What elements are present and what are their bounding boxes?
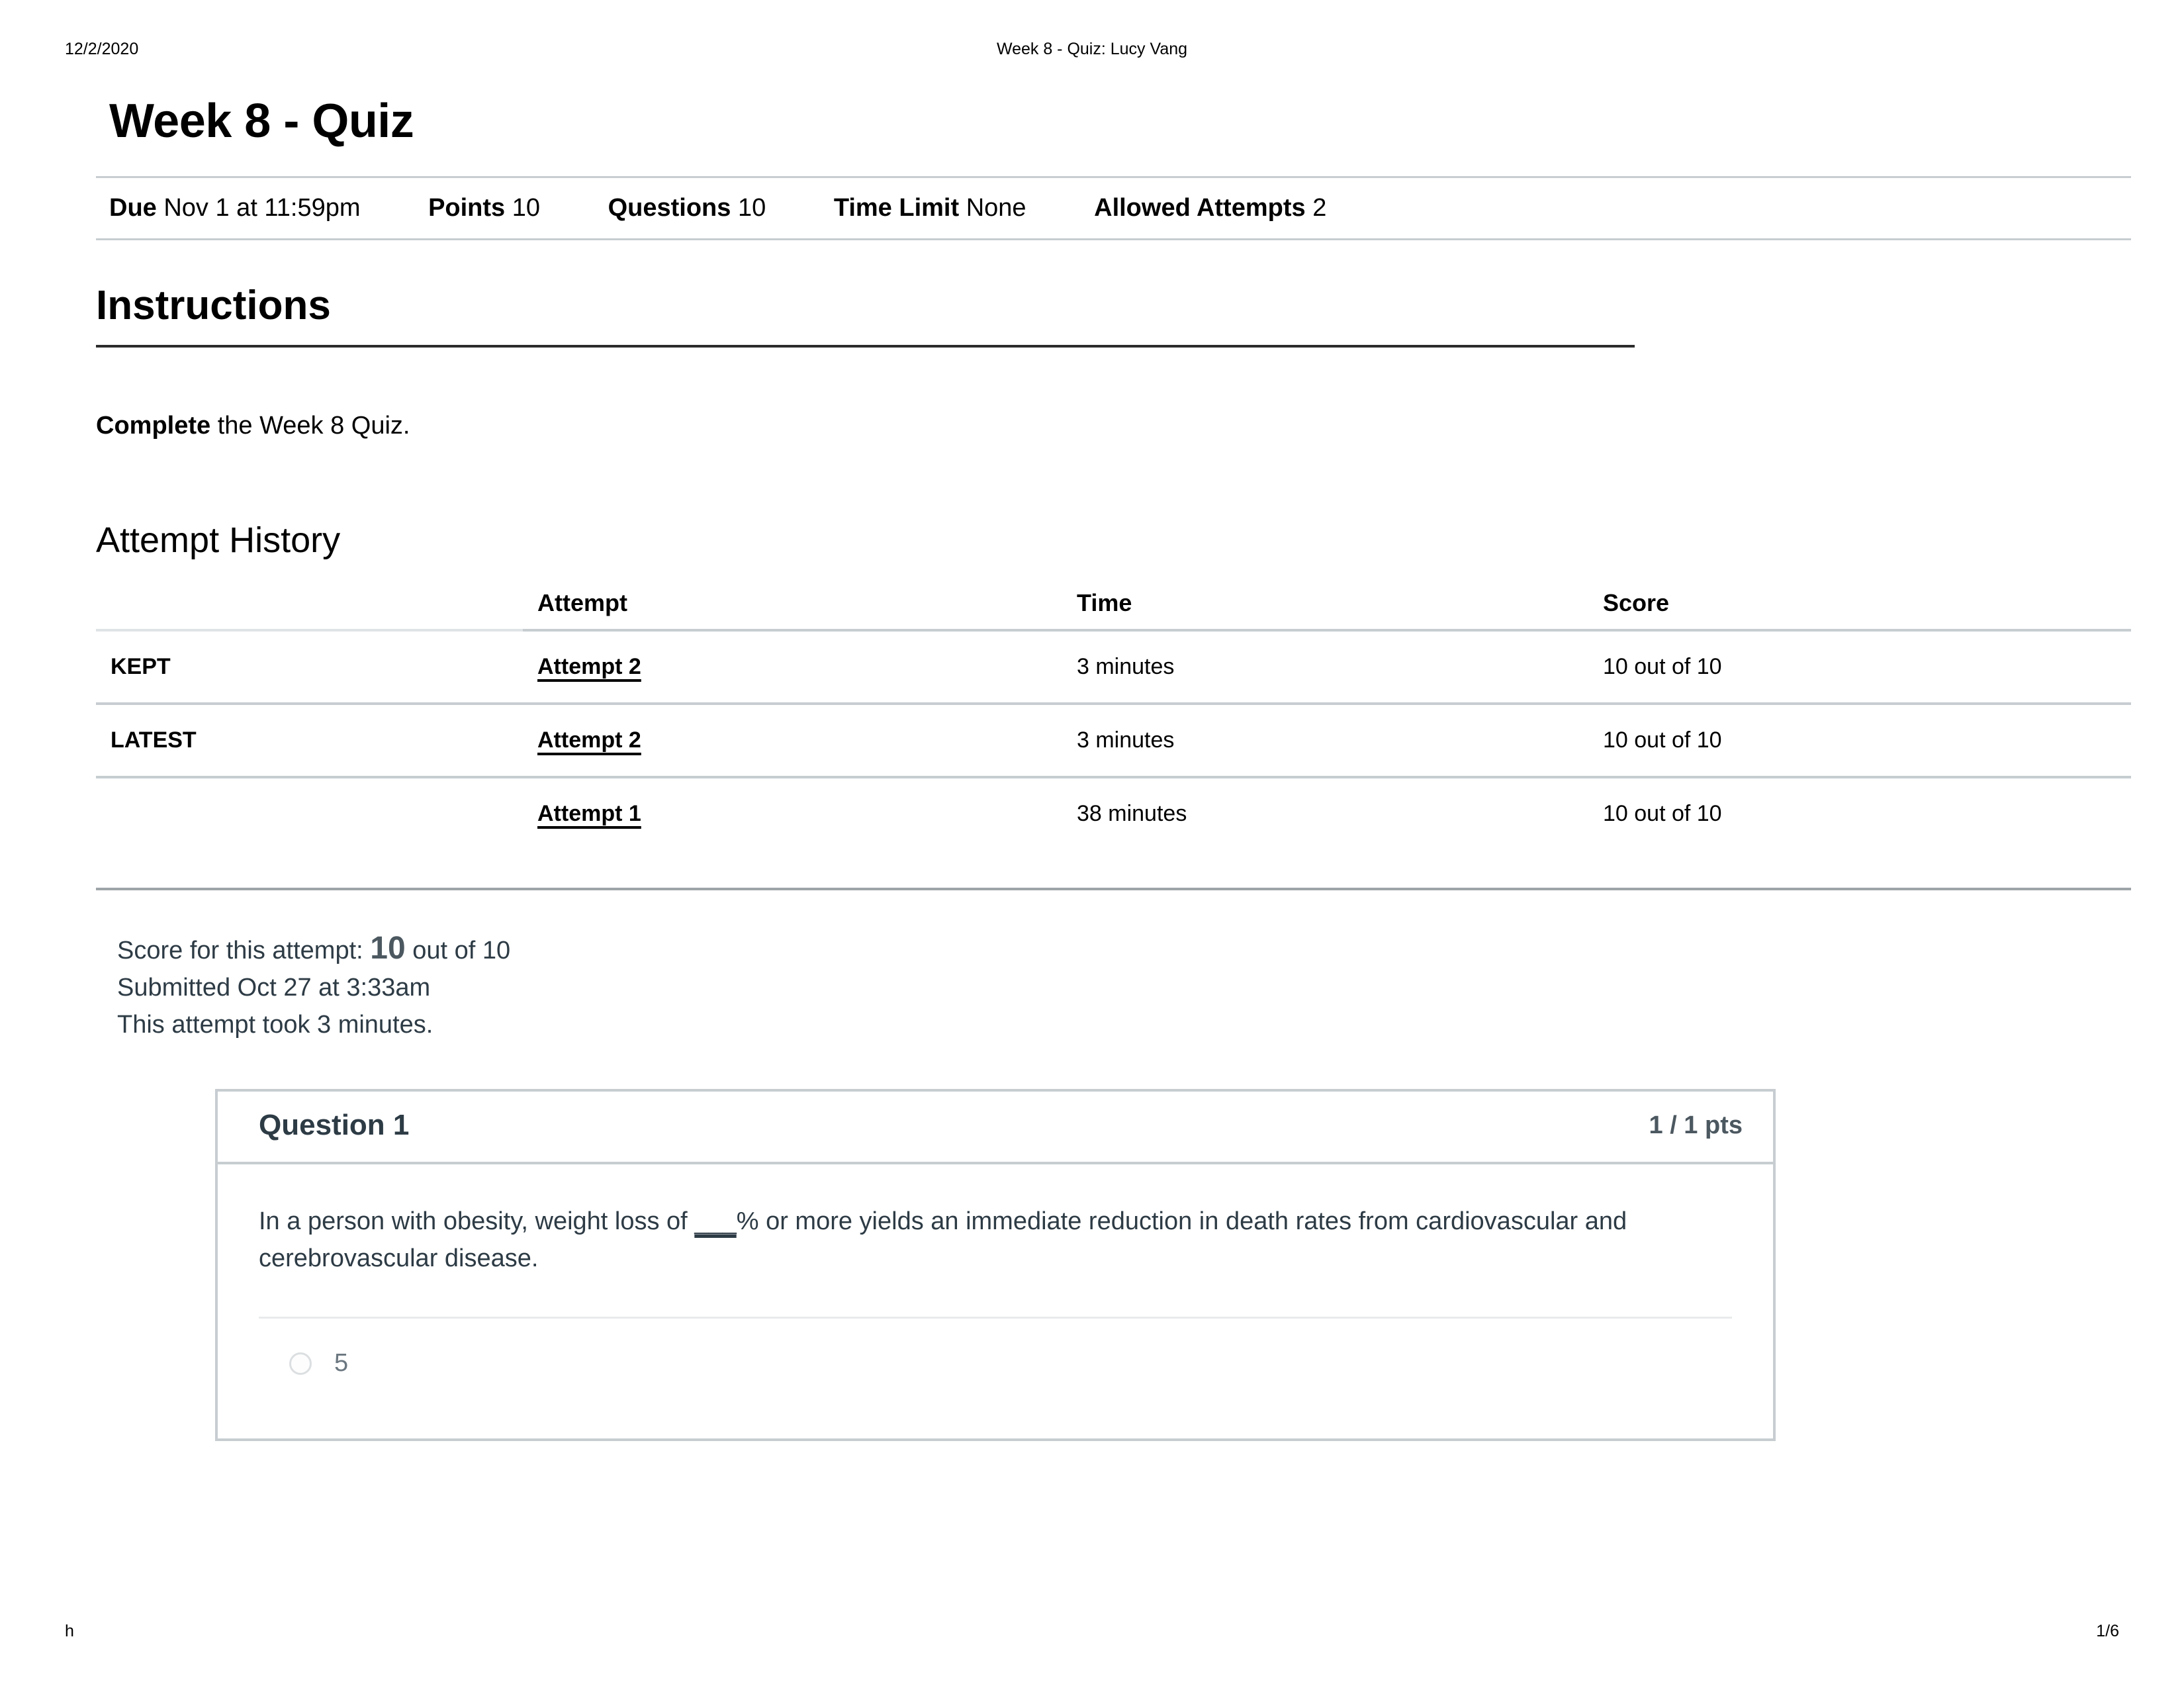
duration-line: This attempt took 3 minutes. xyxy=(117,1011,433,1039)
meta-time-limit: Time Limit None xyxy=(834,194,1026,222)
column-header-time: Time xyxy=(1062,589,1588,632)
attempt-2-link[interactable]: Attempt 2 xyxy=(537,727,641,753)
meta-points-value: 10 xyxy=(512,194,541,222)
submitted-line: Submitted Oct 27 at 3:33am xyxy=(117,974,431,1002)
meta-questions-label: Questions xyxy=(608,194,731,222)
quiz-meta-strip: Due Nov 1 at 11:59pm Points 10 Questions… xyxy=(96,176,2131,240)
table-header-row: Attempt Time Score xyxy=(96,589,2131,632)
meta-allowed-attempts-value: 2 xyxy=(1312,194,1327,222)
score-prefix: Score for this attempt: xyxy=(117,937,371,964)
meta-due-label: Due xyxy=(109,194,157,222)
instructions-divider xyxy=(96,345,1635,348)
attempt-history-table: Attempt Time Score KEPT Attempt 2 3 minu… xyxy=(96,589,2131,849)
page-title: Week 8 - Quiz xyxy=(109,95,414,148)
score-value: 10 xyxy=(370,931,406,966)
meta-points: Points 10 xyxy=(428,194,540,222)
meta-allowed-attempts: Allowed Attempts 2 xyxy=(1094,194,1326,222)
row-kind-kept: KEPT xyxy=(96,630,523,705)
answer-option-1-label: 5 xyxy=(334,1349,349,1377)
instructions-lead: Complete xyxy=(96,412,211,440)
card-bottom-spacer xyxy=(259,1378,1732,1438)
table-row: KEPT Attempt 2 3 minutes 10 out of 10 xyxy=(96,630,2131,705)
meta-time-limit-value: None xyxy=(966,194,1026,222)
question-blank: ___ xyxy=(694,1207,737,1235)
row-time-latest: 3 minutes xyxy=(1062,704,1588,778)
question-card-header: Question 1 1 / 1 pts xyxy=(218,1092,1773,1164)
row-kind-latest: LATEST xyxy=(96,704,523,778)
meta-points-label: Points xyxy=(428,194,506,222)
meta-due-value: Nov 1 at 11:59pm xyxy=(163,194,361,222)
score-line: Score for this attempt: 10 out of 10 xyxy=(117,930,2131,969)
instructions-rest: the Week 8 Quiz. xyxy=(210,412,410,440)
quiz-content: Week 8 - Quiz Due Nov 1 at 11:59pm Point… xyxy=(96,93,2131,1043)
question-card: Question 1 1 / 1 pts In a person with ob… xyxy=(215,1089,1776,1441)
row-attempt-link-cell: Attempt 2 xyxy=(523,630,1062,705)
row-score-attempt1: 10 out of 10 xyxy=(1603,801,1722,826)
column-header-kind xyxy=(96,589,523,632)
print-header: 12/2/2020 Week 8 - Quiz: Lucy Vang xyxy=(0,40,2184,66)
column-header-score: Score xyxy=(1588,589,2131,632)
row-kind-blank xyxy=(96,777,523,849)
print-footer-url: h xyxy=(65,1622,74,1640)
meta-questions-value: 10 xyxy=(737,194,766,222)
table-row: LATEST Attempt 2 3 minutes 10 out of 10 xyxy=(96,704,2131,778)
meta-time-limit-label: Time Limit xyxy=(833,194,960,222)
row-time-attempt1: 38 minutes xyxy=(1077,801,1187,826)
print-document-title: Week 8 - Quiz: Lucy Vang xyxy=(996,40,1188,58)
score-summary: Score for this attempt: 10 out of 10 Sub… xyxy=(96,930,2131,1043)
row-score-latest: 10 out of 10 xyxy=(1588,704,2131,778)
attempt-2-link[interactable]: Attempt 2 xyxy=(537,654,641,679)
instructions-heading: Instructions xyxy=(96,283,331,328)
row-attempt-link-cell: Attempt 2 xyxy=(523,704,1062,778)
meta-questions: Questions 10 xyxy=(608,194,766,222)
question-card-body: In a person with obesity, weight loss of… xyxy=(218,1164,1773,1438)
table-row: Attempt 1 38 minutes 10 out of 10 xyxy=(96,777,2131,849)
attempt-1-link[interactable]: Attempt 1 xyxy=(537,801,641,826)
row-attempt-link-cell: Attempt 1 xyxy=(523,777,1062,849)
row-time-kept: 3 minutes xyxy=(1062,630,1588,705)
instructions-body: Complete the Week 8 Quiz. xyxy=(96,410,2131,441)
meta-allowed-attempts-label: Allowed Attempts xyxy=(1094,194,1306,222)
question-text-before: In a person with obesity, weight loss of xyxy=(259,1207,695,1235)
radio-button-icon[interactable] xyxy=(289,1352,312,1375)
attempt-table-end-divider xyxy=(96,888,2131,890)
print-page-number: 1/6 xyxy=(2096,1622,2119,1640)
score-suffix: out of 10 xyxy=(405,937,511,964)
question-name: Question 1 xyxy=(259,1109,410,1141)
column-header-attempt: Attempt xyxy=(523,589,1062,632)
print-footer: h 1/6 xyxy=(0,1622,2184,1648)
row-score-kept: 10 out of 10 xyxy=(1588,630,2131,705)
question-text: In a person with obesity, weight loss of… xyxy=(259,1203,1732,1277)
question-points: 1 / 1 pts xyxy=(1649,1111,1743,1139)
attempt-history-heading: Attempt History xyxy=(96,520,341,560)
answer-option-1[interactable]: 5 xyxy=(259,1319,1732,1378)
meta-due: Due Nov 1 at 11:59pm xyxy=(109,194,361,222)
